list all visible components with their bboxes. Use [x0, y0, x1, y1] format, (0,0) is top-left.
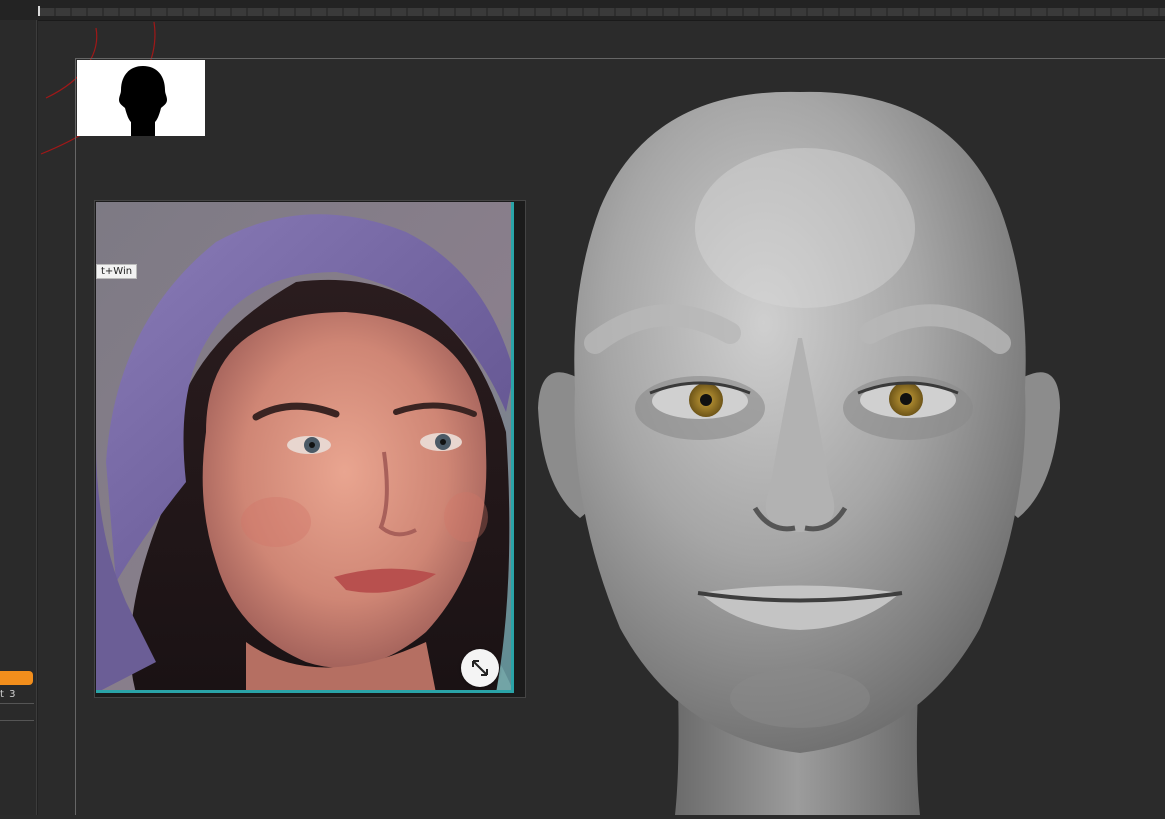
expand-arrows-icon — [472, 660, 488, 676]
tray-divider — [0, 720, 34, 721]
canvas-border-left — [75, 58, 76, 815]
head-silhouette-icon — [119, 66, 167, 136]
portrait-image — [96, 202, 511, 690]
expand-button[interactable] — [461, 649, 499, 687]
tray-divider — [0, 703, 34, 704]
subtool-slider-thumb[interactable] — [0, 671, 33, 685]
reference-photo: t+Win — [96, 202, 514, 693]
top-toolbar — [0, 0, 1165, 21]
shortcut-tooltip: t+Win — [96, 264, 138, 279]
reference-image-panel[interactable]: t+Win — [94, 200, 526, 698]
timeline-ruler[interactable] — [40, 8, 1165, 16]
subtool-label[interactable]: t 3 — [0, 689, 16, 700]
silhouette-thumbnail[interactable] — [77, 60, 205, 136]
sculpt-viewport-model[interactable] — [530, 88, 1070, 815]
sculpted-head — [538, 91, 1060, 815]
canvas-border-top — [75, 58, 1165, 59]
